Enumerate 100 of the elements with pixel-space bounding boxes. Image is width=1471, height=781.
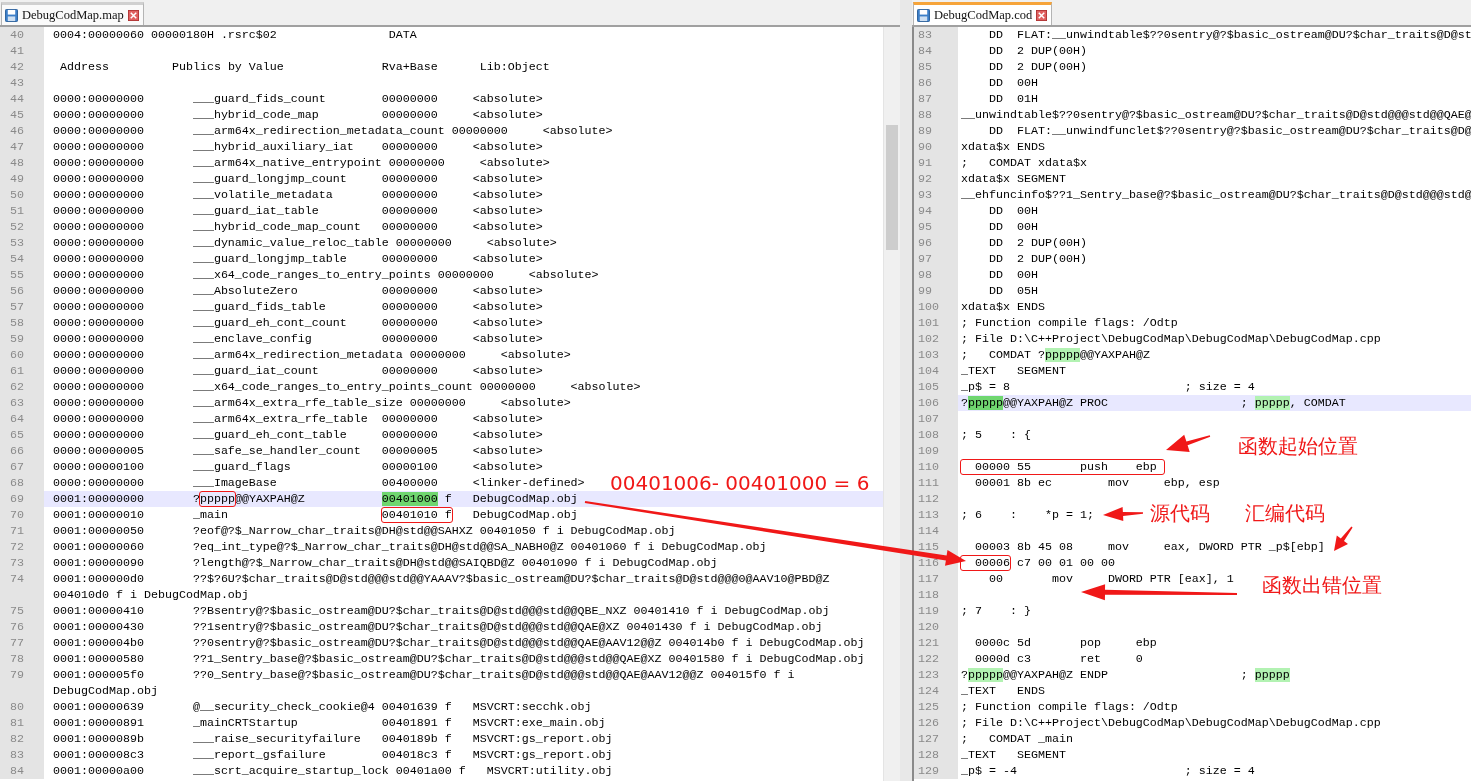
code-line: 0000:00000000 ___AbsoluteZero 00000000 <absolute> [53, 283, 543, 299]
scrollbar[interactable] [883, 27, 900, 781]
code-line: DD 2 DUP(00H) [987, 43, 1087, 59]
code-line: 0000:00000000 ___dynamic_value_reloc_table 00000000 <absolute> [53, 235, 557, 251]
code-line: 0001:00000580 ??1_Sentry_base@?$basic_ostream@DU?$char_traits@D@std@@@std@@QAE@XZ 00401580 f i DebugCodMap.obj [53, 651, 865, 667]
line-number: 76 [0, 619, 44, 635]
line-number: 71 [0, 523, 44, 539]
code-line: ; File D:\C++Project\DebugCodMap\DebugCodMap\DebugCodMap.cpp [961, 715, 1381, 731]
line-number: 89 [914, 123, 958, 139]
line-number: 78 [0, 651, 44, 667]
code-line: 0001:000000d0 ??$?6U?$char_traits@D@std@@@std@@YAAAV?$basic_ostream@DU?$char_traits@D@std@@@0@AAV10@PBD@Z 004010d0 f i DebugCodMap.obj [53, 571, 831, 603]
code-line: 0000:00000000 ___hybrid_code_map_count 00000000 <absolute> [53, 219, 543, 235]
code-line: 0001:00000891 _mainCRTStartup 00401891 f MSVCRT:exe_main.obj [53, 715, 606, 731]
line-number: 54 [0, 251, 44, 267]
line-number: 107 [914, 411, 958, 427]
line-number: 97 [914, 251, 958, 267]
line-number: 60 [0, 347, 44, 363]
line-number: 120 [914, 619, 958, 635]
file-tab[interactable]: DebugCodMap.map [1, 2, 144, 25]
line-number: 129 [914, 763, 958, 779]
code-line: _p$ = 8 ; size = 4 [961, 379, 1255, 395]
line-number: 92 [914, 171, 958, 187]
line-number: 46 [0, 123, 44, 139]
line-number: 77 [0, 635, 44, 651]
code-line: 0000:00000000 ___enclave_config 00000000 <absolute> [53, 331, 543, 347]
code-line: 0000:00000000 ___guard_iat_table 00000000 <absolute> [53, 203, 543, 219]
code-line: DD 2 DUP(00H) [987, 235, 1087, 251]
code-line: 0000c 5d pop ebp [974, 635, 1157, 651]
annotation-label: 00401006- 00401000 = 6 [610, 471, 870, 495]
code-line: 0000:00000000 ___arm64x_native_entrypoint 00000000 <absolute> [53, 155, 550, 171]
code-line: xdata$x SEGMENT [961, 171, 1066, 187]
line-number: 69 [0, 491, 44, 507]
code-line: 0000:00000000 ___guard_longjmp_count 00000000 <absolute> [53, 171, 543, 187]
line-number: 64 [0, 411, 44, 427]
scrollbar-thumb[interactable] [886, 125, 898, 250]
line-number: 111 [914, 475, 958, 491]
code-line: _p$ = -4 ; size = 4 [961, 763, 1255, 779]
line-number: 66 [0, 443, 44, 459]
line-number: 106 [914, 395, 958, 411]
line-number: 82 [0, 731, 44, 747]
line-number: 105 [914, 379, 958, 395]
line-number: 42 [0, 59, 44, 75]
code-line: ; Function compile flags: /Odtp [961, 699, 1178, 715]
line-number: 100 [914, 299, 958, 315]
line-number: 96 [914, 235, 958, 251]
line-number: 56 [0, 283, 44, 299]
line-number: 103 [914, 347, 958, 363]
close-icon[interactable] [1036, 9, 1048, 21]
line-number: 52 [0, 219, 44, 235]
line-number: 108 [914, 427, 958, 443]
code-line: 0000:00000000 ___arm64x_redirection_metadata_count 00000000 <absolute> [53, 123, 613, 139]
code-line: 0000:00000000 ___guard_iat_count 00000000 <absolute> [53, 363, 543, 379]
line-number: 44 [0, 91, 44, 107]
line-number: 123 [914, 667, 958, 683]
line-number: 75 [0, 603, 44, 619]
code-line: 0001:000008c3 ___report_gsfailure 004018c3 f MSVCRT:gs_report.obj [53, 747, 613, 763]
line-number: 57 [0, 299, 44, 315]
code-line: DD 00H [987, 267, 1038, 283]
line-number: 86 [914, 75, 958, 91]
line-number: 126 [914, 715, 958, 731]
line-number: 83 [914, 27, 958, 43]
annotation-label: 源代码 [1150, 501, 1210, 525]
line-number: 98 [914, 267, 958, 283]
line-number: 102 [914, 331, 958, 347]
code-line: 0001:00000410 ??Bsentry@?$basic_ostream@DU?$char_traits@D@std@@@std@@QBE_NXZ 00401410 f i DebugCodMap.obj [53, 603, 830, 619]
line-number: 70 [0, 507, 44, 523]
code-line: 0000:00000000 ___arm64x_extra_rfe_table 00000000 <absolute> [53, 411, 543, 427]
code-line: DD FLAT:__unwindfunclet$??0sentry@?$basic_ostream@DU?$char_traits@D@ [987, 123, 1471, 139]
line-number: 47 [0, 139, 44, 155]
code-line: 0001:00000a00 ___scrt_acquire_startup_lock 00401a00 f MSVCRT:utility.obj [53, 763, 613, 779]
line-number: 51 [0, 203, 44, 219]
code-line: 00000 55 push ebp [961, 459, 1164, 475]
code-line: 0001:00000430 ??1sentry@?$basic_ostream@DU?$char_traits@D@std@@@std@@QAE@XZ 00401430 f i DebugCodMap.obj [53, 619, 823, 635]
line-number: 91 [914, 155, 958, 171]
code-line: 0000:00000000 ___ImageBase 00400000 <linker-defined> [53, 475, 585, 491]
code-line: 0000:00000000 ___guard_fids_table 00000000 <absolute> [53, 299, 543, 315]
close-icon[interactable] [127, 9, 139, 21]
line-number: 55 [0, 267, 44, 283]
line-number: 128 [914, 747, 958, 763]
line-number: 127 [914, 731, 958, 747]
line-number: 50 [0, 187, 44, 203]
code-line: 0001:00000000 ?ppppp@@YAXPAH@Z 00401000 f DebugCodMap.obj [53, 491, 578, 507]
code-line: 0001:000005f0 ??0_Sentry_base@?$basic_ostream@DU?$char_traits@D@std@@@std@@QAE@AAV12@@Z 004015f0 f i DebugCodMap.obj [53, 667, 796, 699]
code-line: ; 7 : } [961, 603, 1031, 619]
code-line: 0000:00000000 ___guard_fids_count 00000000 <absolute> [53, 91, 543, 107]
code-line: _TEXT ENDS [961, 683, 1045, 699]
line-number: 45 [0, 107, 44, 123]
line-number: 113 [914, 507, 958, 523]
file-tab[interactable]: DebugCodMap.cod [913, 2, 1053, 25]
code-line: DD 00H [987, 203, 1038, 219]
line-number: 114 [914, 523, 958, 539]
code-line: xdata$x ENDS [961, 299, 1045, 315]
line-number: 68 [0, 475, 44, 491]
code-line: ; 6 : *p = 1; [961, 507, 1094, 523]
line-number: 90 [914, 139, 958, 155]
line-number: 83 [0, 747, 44, 763]
line-number: 110 [914, 459, 958, 475]
code-line: DD 00H [987, 219, 1038, 235]
code-line: 0001:00000060 ?eq_int_type@?$_Narrow_char_traits@DH@std@@SA_NABH0@Z 00401060 f i DebugCodMap.obj [53, 539, 767, 555]
code-line: 0000:00000000 ___guard_eh_cont_table 00000000 <absolute> [53, 427, 543, 443]
